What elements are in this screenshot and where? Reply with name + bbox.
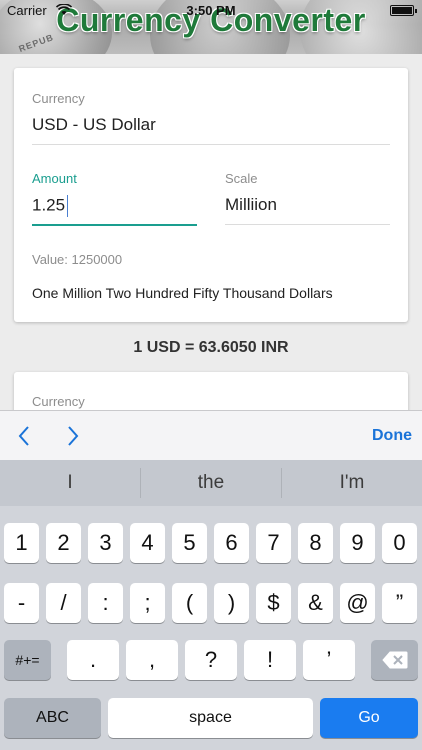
chevron-left-icon[interactable] (15, 425, 35, 447)
amount-in-words: One Million Two Hundred Fifty Thousand D… (32, 285, 333, 301)
key-5[interactable]: 5 (172, 523, 207, 563)
currency-select[interactable]: USD - US Dollar (32, 115, 156, 135)
to-currency-label: Currency (32, 394, 85, 409)
key-period[interactable]: . (67, 640, 119, 680)
key-dollar[interactable]: $ (256, 583, 291, 623)
predictive-bar: I the I'm (0, 460, 422, 506)
key-1[interactable]: 1 (4, 523, 39, 563)
currency-underline (32, 144, 390, 145)
key-3[interactable]: 3 (88, 523, 123, 563)
prediction-item[interactable]: I'm (282, 460, 422, 506)
key-close-paren[interactable]: ) (214, 583, 249, 623)
text-cursor (67, 195, 69, 217)
status-time: 3:50 PM (186, 3, 236, 18)
key-quote[interactable]: ” (382, 583, 417, 623)
battery-icon (390, 5, 417, 16)
key-question[interactable]: ? (185, 640, 237, 680)
key-4[interactable]: 4 (130, 523, 165, 563)
done-button[interactable]: Done (372, 427, 412, 445)
key-7[interactable]: 7 (256, 523, 291, 563)
key-abc[interactable]: ABC (4, 698, 101, 738)
key-symbols[interactable]: #+= (4, 640, 51, 680)
key-slash[interactable]: / (46, 583, 81, 623)
key-semicolon[interactable]: ; (130, 583, 165, 623)
key-colon[interactable]: : (88, 583, 123, 623)
key-comma[interactable]: , (126, 640, 178, 680)
key-8[interactable]: 8 (298, 523, 333, 563)
amount-underline (32, 224, 197, 226)
key-9[interactable]: 9 (340, 523, 375, 563)
backspace-icon (381, 651, 407, 669)
keyboard-accessory-bar: Done (0, 410, 422, 460)
key-hyphen[interactable]: - (4, 583, 39, 623)
scale-select[interactable]: Milliion (225, 195, 277, 215)
space-key[interactable]: space (108, 698, 313, 738)
key-2[interactable]: 2 (46, 523, 81, 563)
key-0[interactable]: 0 (382, 523, 417, 563)
prediction-item[interactable]: I (0, 460, 140, 506)
key-ampersand[interactable]: & (298, 583, 333, 623)
scale-label: Scale (225, 171, 258, 186)
app-header: REPUB Currency Converter Carrier 3:50 PM (0, 0, 422, 54)
key-apostrophe[interactable]: ’ (303, 640, 355, 680)
exchange-rate: 1 USD = 63.6050 INR (133, 339, 289, 356)
currency-label: Currency (32, 91, 85, 106)
keyboard: I the I'm 1 2 3 4 5 6 7 8 9 0 - / : ; ( … (0, 460, 422, 750)
prediction-item[interactable]: the (141, 460, 281, 506)
chevron-right-icon[interactable] (62, 425, 82, 447)
from-currency-card: Currency USD - US Dollar Amount 1.25 Sca… (14, 68, 408, 322)
status-bar: Carrier 3:50 PM (0, 0, 422, 20)
key-6[interactable]: 6 (214, 523, 249, 563)
key-open-paren[interactable]: ( (172, 583, 207, 623)
key-at[interactable]: @ (340, 583, 375, 623)
scale-underline (225, 224, 390, 225)
amount-label: Amount (32, 171, 77, 186)
go-button[interactable]: Go (320, 698, 418, 738)
backspace-key[interactable] (371, 640, 418, 680)
key-exclamation[interactable]: ! (244, 640, 296, 680)
amount-input[interactable]: 1.25 (32, 195, 69, 217)
value-text: Value: 1250000 (32, 252, 123, 267)
amount-value: 1.25 (32, 195, 66, 215)
